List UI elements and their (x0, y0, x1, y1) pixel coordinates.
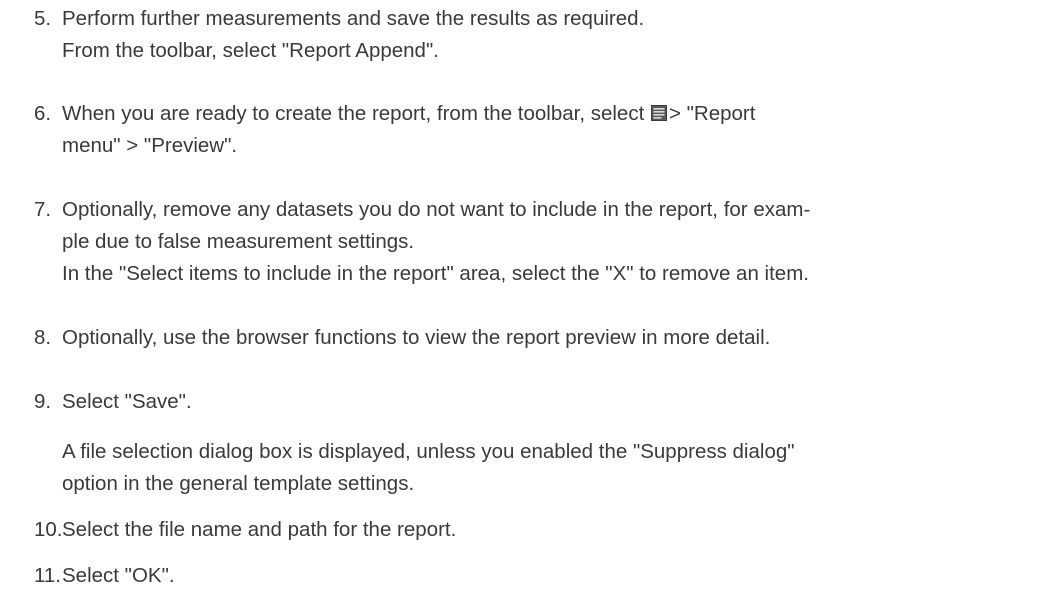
step-text: Optionally, use the browser functions to… (62, 322, 770, 354)
step-number: 10. (34, 518, 63, 541)
result-line: option in the general template settings. (62, 472, 415, 495)
step-text: Optionally, remove any datasets you do n… (62, 194, 810, 290)
document-page: { "steps": [ { "number": "5.", "lines": … (0, 0, 1039, 587)
step-number: 8. (34, 326, 52, 349)
step-line: Select the file name and path for the re… (62, 518, 457, 541)
step-line: Optionally, use the browser functions to… (62, 326, 771, 349)
report-menu-icon (650, 99, 667, 121)
step-line: When you are ready to create the report,… (62, 98, 755, 130)
result-line: A file selection dialog box is displayed… (62, 440, 795, 463)
step-line: Perform further measurements and save th… (62, 7, 645, 30)
step-number: 11. (34, 564, 61, 587)
step-number: 6. (34, 102, 52, 125)
step-line: ple due to false measurement settings. (62, 230, 415, 253)
step-text: Select the file name and path for the re… (62, 514, 456, 546)
step-text: Select "OK". (62, 560, 175, 592)
step-number: 7. (34, 198, 52, 221)
step-line-part: When you are ready to create the report,… (62, 102, 645, 125)
step-line-part: > "Report (668, 102, 756, 125)
result-text: A file selection dialog box is displayed… (62, 436, 795, 500)
step-text: When you are ready to create the report,… (62, 98, 755, 162)
step-line: From the toolbar, select "Report Append"… (62, 39, 439, 62)
step-text: Perform further measurements and save th… (62, 3, 644, 67)
step-text: Select "Save". (62, 386, 192, 418)
step-line: Select "OK". (62, 564, 175, 587)
step-number: 9. (34, 390, 52, 413)
step-number: 5. (34, 7, 52, 30)
step-line: Select "Save". (62, 390, 192, 413)
step-line: menu" > "Preview". (62, 134, 238, 157)
step-line: Optionally, remove any datasets you do n… (62, 198, 811, 221)
step-line: In the "Select items to include in the r… (62, 262, 809, 285)
